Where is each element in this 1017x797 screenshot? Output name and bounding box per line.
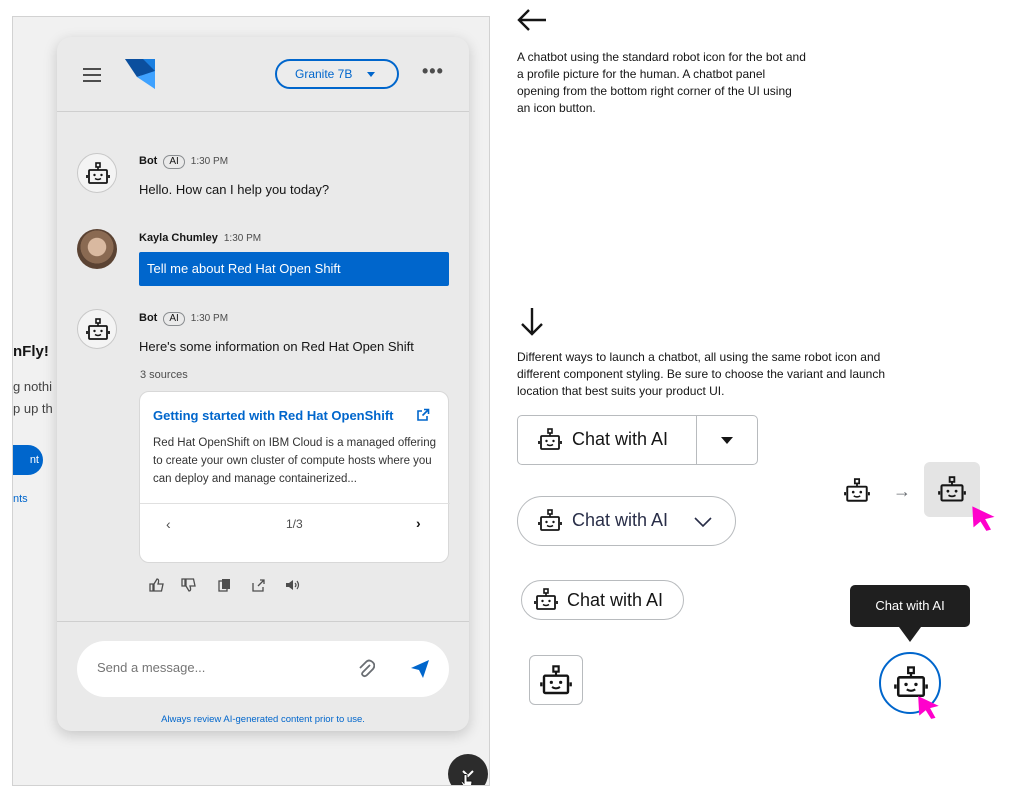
chat-with-ai-tooltip: Chat with AI: [850, 585, 970, 627]
source-card-title-link[interactable]: Getting started with Red Hat OpenShift: [153, 408, 394, 423]
message-time: 1:30 PM: [190, 156, 229, 167]
sender-name: Bot: [139, 155, 158, 167]
arrow-down-icon: [521, 308, 543, 336]
sender-name: Kayla Chumley: [139, 232, 218, 244]
robot-icon: [538, 509, 562, 533]
robot-icon-button[interactable]: [529, 655, 583, 705]
send-icon[interactable]: [410, 659, 430, 679]
chatbot-demo-frame: nFly! g nothi p up th nt nts Granite 7B …: [12, 16, 490, 786]
composer-divider: [57, 621, 469, 622]
message-composer: [77, 641, 449, 697]
source-card-body: Red Hat OpenShift on IBM Cloud is a mana…: [153, 437, 436, 485]
ai-badge: AI: [163, 312, 185, 326]
thumbs-down-icon[interactable]: [181, 578, 197, 592]
external-link-icon[interactable]: [416, 408, 430, 422]
chat-with-ai-split-button[interactable]: Chat with AI: [517, 415, 758, 465]
bot-avatar: [77, 309, 117, 349]
arrow-right-icon: →: [893, 481, 911, 501]
pointer-cursor-icon: [916, 694, 942, 720]
thumbs-up-icon[interactable]: [149, 578, 165, 592]
small-button-label: Chat with AI: [567, 590, 664, 610]
annotation-note: A chatbot using the standard robot icon …: [517, 50, 806, 115]
caret-down-icon[interactable]: [721, 437, 733, 444]
source-pagination: 1/3: [286, 517, 303, 531]
paperclip-icon[interactable]: [357, 659, 375, 679]
message-input[interactable]: [97, 660, 317, 675]
pill-button-label: Chat with AI: [572, 510, 669, 530]
previous-source-button[interactable]: ‹: [166, 516, 171, 532]
robot-icon: [534, 588, 558, 612]
bot-avatar: [77, 153, 117, 193]
speaker-icon[interactable]: [285, 578, 301, 592]
robot-icon: [86, 162, 110, 186]
source-card: Getting started with Red Hat OpenShift R…: [139, 391, 450, 563]
background-link[interactable]: nts: [13, 493, 28, 505]
chat-with-ai-pill-button[interactable]: Chat with AI: [517, 496, 736, 546]
header-divider: [57, 111, 469, 112]
background-headline: nFly!: [13, 343, 49, 360]
split-button-divider: [696, 416, 697, 464]
pointer-cursor-icon: [970, 504, 998, 532]
background-text-line: p up th: [13, 401, 53, 416]
ai-badge: AI: [163, 155, 185, 169]
robot-icon: [538, 428, 562, 452]
chevron-down-icon: [694, 517, 712, 528]
bot-message-text: Here's some information on Red Hat Open …: [139, 339, 414, 354]
hamburger-icon[interactable]: [83, 68, 101, 82]
card-footer-divider: [140, 503, 450, 504]
model-selector-dropdown[interactable]: Granite 7B: [275, 59, 399, 89]
user-avatar: [77, 229, 117, 269]
message-time: 1:30 PM: [190, 313, 229, 324]
robot-icon: [540, 665, 572, 697]
next-source-button[interactable]: ›: [416, 515, 421, 531]
ai-disclaimer: Always review AI-generated content prior…: [161, 714, 365, 725]
copy-icon[interactable]: [217, 578, 233, 592]
sources-count: 3 sources: [140, 369, 188, 381]
robot-icon: [938, 476, 966, 504]
robot-icon: [86, 318, 110, 342]
caret-down-icon: [367, 72, 375, 77]
user-message-bubble: Tell me about Red Hat Open Shift: [139, 252, 449, 286]
background-button[interactable]: nt: [13, 445, 43, 475]
hand-cursor-icon: [460, 774, 473, 785]
message-header: Bot AI 1:30 PM: [139, 312, 228, 326]
bot-message-text: Hello. How can I help you today?: [139, 182, 330, 197]
chat-with-ai-small-button[interactable]: Chat with AI: [521, 580, 684, 620]
chatbot-panel: Granite 7B ••• Bot AI 1:30 PM Hello. How c…: [57, 37, 469, 731]
app-logo: [125, 59, 155, 89]
model-selector-label: Granite 7B: [295, 67, 353, 81]
kebab-icon[interactable]: •••: [422, 62, 444, 80]
message-header: Bot AI 1:30 PM: [139, 155, 228, 169]
split-button-label: Chat with AI: [572, 429, 669, 449]
message-header: Kayla Chumley 1:30 PM: [139, 232, 261, 244]
message-time: 1:30 PM: [223, 233, 262, 244]
tooltip-arrow: [899, 627, 921, 642]
annotation-note: Different ways to launch a chatbot, all …: [517, 350, 886, 398]
background-text-line: g nothi: [13, 379, 53, 394]
arrow-left-icon: [517, 9, 546, 31]
robot-icon[interactable]: [844, 478, 870, 504]
sender-name: Bot: [139, 312, 158, 324]
share-icon[interactable]: [251, 578, 267, 592]
